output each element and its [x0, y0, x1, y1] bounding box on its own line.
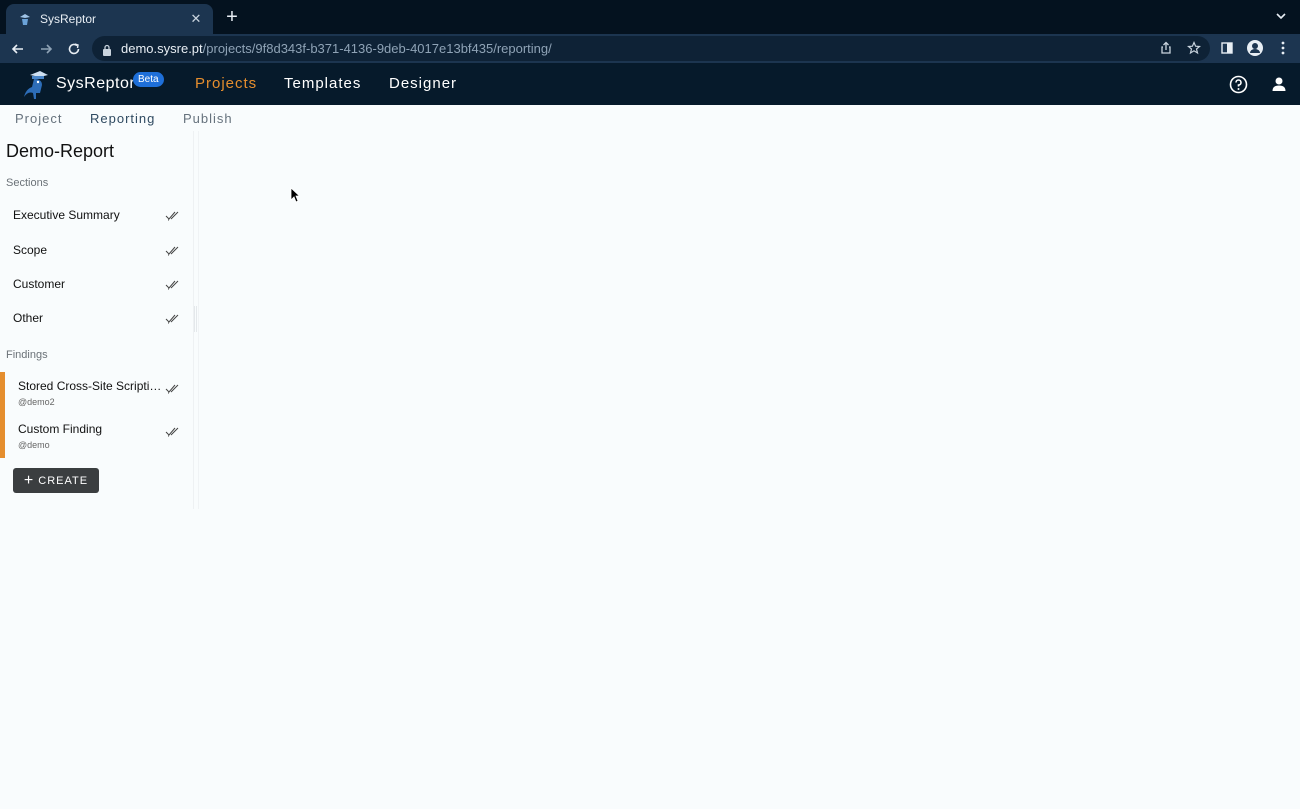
sidebar-resize-handle[interactable]: [194, 306, 197, 332]
url-path: /projects/9f8d343f-b371-4136-9deb-4017e1…: [202, 41, 552, 56]
findings-heading: Findings: [6, 349, 48, 361]
app-header: SysReptor Beta Projects Templates Design…: [0, 63, 1300, 105]
finding-assignee: @demo: [18, 440, 50, 450]
beta-badge: Beta: [133, 72, 164, 87]
bookmark-star-icon[interactable]: [1186, 40, 1202, 56]
section-item-other[interactable]: Other: [0, 302, 190, 336]
double-check-icon: [165, 312, 181, 324]
user-account-icon[interactable]: [1269, 74, 1289, 94]
browser-right-actions: [1218, 38, 1292, 58]
forward-arrow-icon[interactable]: [36, 39, 56, 59]
section-label: Customer: [13, 277, 66, 291]
section-label: Other: [13, 311, 44, 325]
section-label: Executive Summary: [13, 208, 120, 222]
url-host: demo.sysre.pt: [121, 41, 203, 56]
finding-item-stored-xss[interactable]: Stored Cross-Site Scripting... @demo2: [0, 372, 190, 415]
tab-reporting[interactable]: Reporting: [90, 111, 155, 126]
section-label: Scope: [13, 243, 48, 257]
plus-icon: +: [23, 471, 35, 489]
browser-toolbar: demo.sysre.pt/projects/9f8d343f-b371-413…: [0, 34, 1300, 63]
help-icon[interactable]: [1228, 74, 1248, 94]
address-bar[interactable]: demo.sysre.pt/projects/9f8d343f-b371-413…: [92, 36, 1210, 61]
double-check-icon: [165, 382, 181, 394]
mouse-cursor-icon: [290, 187, 301, 203]
back-arrow-icon[interactable]: [8, 39, 28, 59]
omnibox-actions: [1158, 40, 1202, 56]
create-finding-button[interactable]: + CREATE: [13, 468, 99, 493]
section-item-customer[interactable]: Customer: [0, 268, 190, 302]
create-button-label: CREATE: [38, 474, 89, 487]
tab-project[interactable]: Project: [15, 111, 62, 126]
new-tab-button[interactable]: +: [223, 7, 241, 27]
double-check-icon: [165, 244, 181, 256]
main-panel-divider: [198, 131, 199, 509]
brand-name[interactable]: SysReptor: [56, 75, 135, 93]
side-panel-icon[interactable]: [1218, 38, 1236, 58]
nav-designer[interactable]: Designer: [389, 75, 457, 92]
double-check-icon: [165, 278, 181, 290]
url-text[interactable]: demo.sysre.pt/projects/9f8d343f-b371-413…: [121, 41, 552, 56]
sections-heading: Sections: [6, 177, 49, 189]
tab-search-chevron-icon[interactable]: [1274, 9, 1288, 23]
double-check-icon: [165, 209, 181, 221]
nav-templates[interactable]: Templates: [284, 75, 361, 92]
sysreptor-favicon-icon: [18, 12, 32, 26]
reload-icon[interactable]: [64, 39, 84, 59]
profile-avatar-icon[interactable]: [1246, 38, 1264, 58]
browser-tab-strip: SysReptor ✕ +: [0, 0, 1300, 34]
finding-item-custom-finding[interactable]: Custom Finding @demo: [0, 415, 190, 458]
sysreptor-logo-icon[interactable]: [18, 69, 52, 101]
nav-projects[interactable]: Projects: [195, 75, 257, 92]
finding-title: Custom Finding: [18, 422, 103, 436]
double-check-icon: [165, 425, 181, 437]
browser-tab[interactable]: SysReptor ✕: [6, 4, 213, 34]
finding-assignee: @demo2: [18, 397, 55, 407]
share-icon[interactable]: [1158, 40, 1174, 56]
project-title: Demo-Report: [6, 141, 115, 161]
tab-publish[interactable]: Publish: [183, 111, 233, 126]
tab-close-icon[interactable]: ✕: [189, 11, 203, 27]
browser-menu-icon[interactable]: [1274, 38, 1292, 58]
section-item-scope[interactable]: Scope: [0, 234, 190, 268]
tab-title: SysReptor: [40, 12, 97, 26]
finding-title: Stored Cross-Site Scripting...: [18, 379, 168, 393]
lock-icon[interactable]: [102, 43, 112, 56]
section-item-executive-summary[interactable]: Executive Summary: [0, 199, 190, 233]
